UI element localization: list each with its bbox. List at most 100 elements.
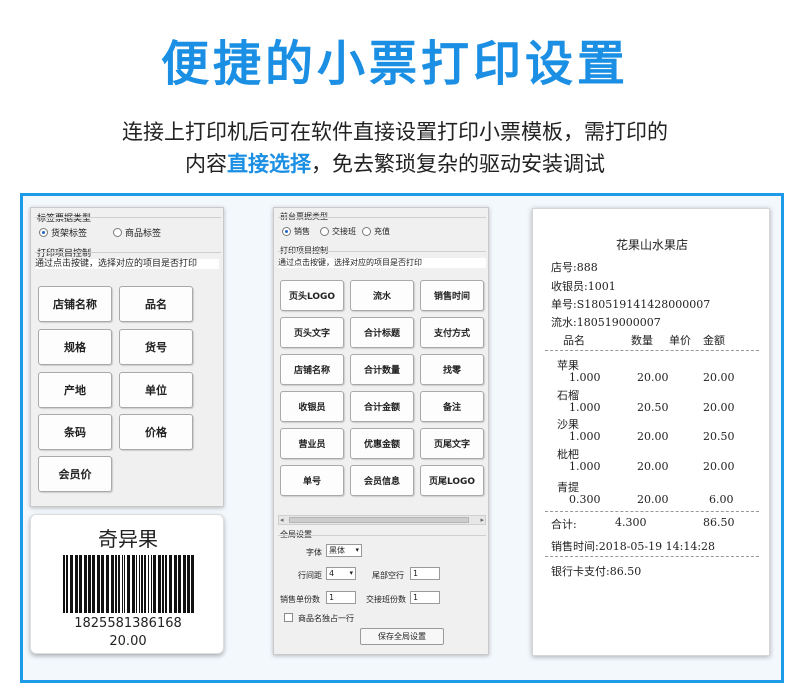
btn-header-text[interactable]: 页头文字: [280, 317, 344, 348]
btn-order-no[interactable]: 单号: [280, 465, 344, 496]
barcode-bar: [127, 555, 130, 613]
barcode-bar: [101, 555, 104, 613]
col-header-amount: 金额: [703, 334, 725, 347]
radio-icon: [362, 227, 371, 236]
single-line-checkbox[interactable]: [284, 613, 293, 622]
btn-total-amount[interactable]: 合计金额: [350, 391, 414, 422]
receipt-total-qty: 4.300: [615, 516, 647, 529]
btn-discount-amount[interactable]: 优惠金额: [350, 428, 414, 459]
sale-copies-label: 销售单份数: [280, 595, 320, 604]
barcode-bar: [178, 555, 181, 613]
font-select[interactable]: 黑体 ▾: [326, 544, 362, 557]
group-divider: [35, 252, 221, 253]
btn-salesperson[interactable]: 营业员: [280, 428, 344, 459]
btn-price[interactable]: 价格: [119, 414, 193, 450]
btn-sale-time[interactable]: 销售时间: [420, 280, 484, 311]
scroll-right-icon[interactable]: ▸: [480, 516, 484, 524]
horizontal-scrollbar[interactable]: ◂ ▸: [278, 515, 486, 525]
btn-remark[interactable]: 备注: [420, 391, 484, 422]
barcode-bar: [132, 555, 135, 613]
radio-sale[interactable]: 销售: [282, 226, 310, 237]
radio-recharge[interactable]: 充值: [362, 226, 390, 237]
btn-total-title[interactable]: 合计标题: [350, 317, 414, 348]
btn-footer-text[interactable]: 页尾文字: [420, 428, 484, 459]
btn-footer-logo[interactable]: 页尾LOGO: [420, 465, 484, 496]
item-qty: 1.000: [569, 371, 601, 384]
btn-spec[interactable]: 规格: [38, 329, 112, 365]
line-spacing-label: 行间距: [298, 571, 322, 580]
radio-shift-text: 交接班: [332, 227, 356, 236]
btn-origin[interactable]: 产地: [38, 372, 112, 408]
btn-member-price[interactable]: 会员价: [38, 456, 112, 492]
line-spacing-select[interactable]: 4 ▾: [326, 567, 356, 580]
barcode-bar: [183, 555, 186, 613]
radio-shelf-text: 货架标签: [51, 229, 88, 239]
barcode-bar: [169, 555, 172, 613]
receipt-hint-text: 通过点击按键，选择对应的项目是否打印: [278, 258, 486, 268]
btn-barcode[interactable]: 条码: [38, 414, 112, 450]
btn-serial[interactable]: 流水: [350, 280, 414, 311]
item-price: 20.00: [637, 460, 669, 473]
btn-shop-name[interactable]: 店铺名称: [280, 354, 344, 385]
scroll-left-icon[interactable]: ◂: [280, 516, 284, 524]
sale-copies-input[interactable]: 1: [326, 591, 356, 604]
barcode-bar: [124, 555, 125, 613]
btn-member-info[interactable]: 会员信息: [350, 465, 414, 496]
barcode-bar: [151, 555, 152, 613]
barcode-bar: [118, 555, 120, 613]
page-title: 便捷的小票打印设置: [160, 36, 629, 92]
barcode-bar: [174, 555, 177, 613]
btn-unit[interactable]: 单位: [119, 372, 193, 408]
tail-blank-input[interactable]: 1: [410, 567, 440, 580]
btn-item-no[interactable]: 货号: [119, 329, 193, 365]
radio-shift[interactable]: 交接班: [320, 226, 356, 237]
radio-selected-icon: [39, 228, 48, 237]
subtitle-highlight: 直接选择: [227, 152, 311, 176]
barcode-bar: [70, 555, 73, 613]
barcode-bar: [111, 555, 114, 613]
btn-cashier[interactable]: 收银员: [280, 391, 344, 422]
subtitle-line-1: 连接上打印机后可在软件直接设置打印小票模板，需打印的: [122, 120, 668, 144]
col-header-price: 单价: [669, 334, 691, 347]
barcode-bar: [191, 555, 194, 613]
item-amount: 6.00: [709, 493, 734, 506]
label-hint-text: 通过点击按键，选择对应的项目是否打印: [35, 259, 219, 269]
scrollbar-thumb[interactable]: [289, 517, 469, 523]
subtitle-line-2: 内容直接选择，免去繁琐复杂的驱动安装调试: [0, 148, 790, 178]
radio-product-label[interactable]: 商品标签: [113, 226, 161, 239]
barcode-bar: [88, 555, 91, 613]
btn-header-logo[interactable]: 页头LOGO: [280, 280, 344, 311]
barcode-bar: [66, 555, 68, 613]
btn-payment-method[interactable]: 支付方式: [420, 317, 484, 348]
shift-copies-input[interactable]: 1: [410, 591, 440, 604]
btn-total-qty[interactable]: 合计数量: [350, 354, 414, 385]
barcode-bar: [141, 555, 143, 613]
font-select-value: 黑体: [329, 546, 345, 555]
btn-change[interactable]: 找零: [420, 354, 484, 385]
font-label: 字体: [306, 548, 322, 557]
barcode-bar: [153, 555, 156, 613]
receipt-serial: 流水:180519000007: [551, 316, 661, 329]
save-global-settings-button[interactable]: 保存全局设置: [360, 628, 444, 645]
group-divider: [278, 217, 486, 218]
barcode-bar: [79, 555, 82, 613]
receipt-total-amount: 86.50: [703, 516, 735, 529]
btn-shop-name[interactable]: 店铺名称: [38, 286, 112, 322]
item-qty: 1.000: [569, 401, 601, 414]
barcode-bar: [115, 555, 117, 613]
radio-shelf-label[interactable]: 货架标签: [39, 226, 87, 239]
barcode-bar: [84, 555, 87, 613]
item-qty: 0.300: [569, 493, 601, 506]
label-settings-panel: 标签票据类型 货架标签 商品标签 打印项目控制 通过点击按键，选择对应的项目是否…: [30, 207, 224, 507]
receipt-order-no: 单号:S180519141428000007: [551, 298, 711, 311]
line-spacing-value: 4: [329, 569, 335, 578]
barcode-bar: [136, 555, 137, 613]
label-barcode-number: 1825581386168: [74, 616, 182, 631]
promo-page: 便捷的小票打印设置 连接上打印机后可在软件直接设置打印小票模板，需打印的 内容直…: [0, 0, 790, 697]
barcode-bar: [63, 555, 65, 613]
shift-copies-label: 交接班份数: [366, 595, 406, 604]
btn-product-name[interactable]: 品名: [119, 286, 193, 322]
radio-sale-text: 销售: [294, 227, 310, 236]
item-price: 20.50: [637, 401, 669, 414]
chevron-down-icon: ▾: [355, 546, 359, 554]
